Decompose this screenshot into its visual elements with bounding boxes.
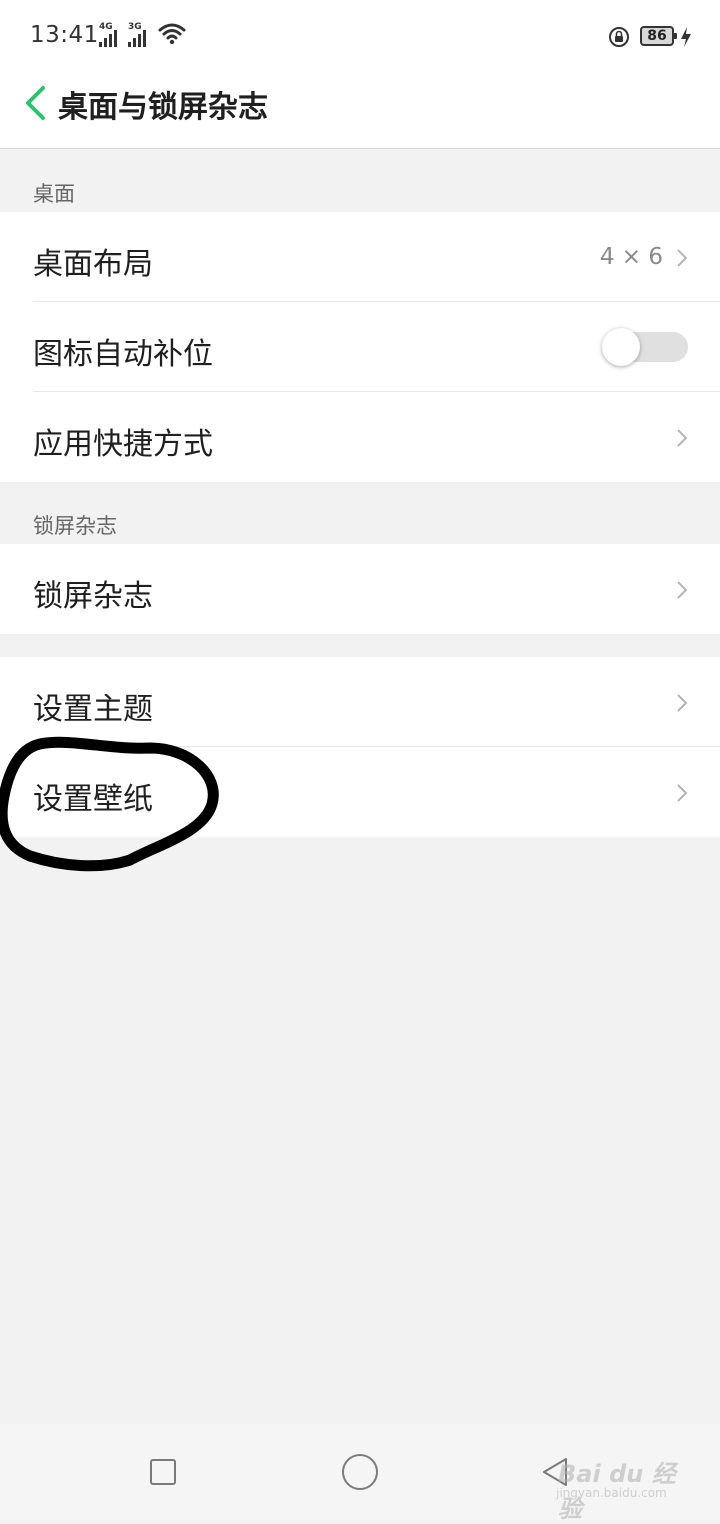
settings-group-theme: 设置主题 设置壁纸 [0, 657, 720, 837]
chevron-right-icon [677, 784, 688, 802]
rotation-lock-icon [609, 27, 629, 47]
item-label: 锁屏杂志 [33, 579, 153, 614]
page-title: 桌面与锁屏杂志 [58, 90, 268, 125]
home-button[interactable] [342, 1454, 378, 1490]
recent-apps-button[interactable] [150, 1459, 176, 1485]
toggle-knob [602, 328, 640, 366]
navigation-bar [0, 1424, 720, 1520]
item-label: 设置壁纸 [33, 782, 153, 817]
desktop-layout-value: 4 × 6 [599, 244, 663, 270]
status-time: 13:41 [30, 22, 99, 48]
signal-icon: 3G [128, 22, 154, 47]
item-label: 应用快捷方式 [33, 427, 213, 462]
title-bar: 桌面与锁屏杂志 [0, 72, 720, 149]
chevron-right-icon [677, 581, 688, 599]
status-bar: 13:41 4G 3G 86 [0, 0, 720, 72]
section-header-desktop: 桌面 [33, 182, 75, 206]
icon-auto-fill-item: 图标自动补位 [0, 302, 720, 392]
signal-icon: 4G [99, 22, 125, 47]
item-label: 设置主题 [33, 692, 153, 727]
item-label: 桌面布局 [33, 247, 153, 282]
back-button[interactable] [16, 80, 56, 124]
lockscreen-magazine-item[interactable]: 锁屏杂志 [0, 544, 720, 634]
chevron-right-icon [677, 694, 688, 712]
battery-icon: 86 [640, 26, 677, 46]
settings-group-lockscreen: 锁屏杂志 [0, 544, 720, 634]
icon-auto-fill-toggle[interactable] [602, 328, 688, 366]
set-theme-item[interactable]: 设置主题 [0, 657, 720, 747]
nav-back-button[interactable] [538, 1454, 574, 1490]
settings-group-desktop: 桌面布局 4 × 6 图标自动补位 应用快捷方式 [0, 212, 720, 482]
desktop-layout-item[interactable]: 桌面布局 4 × 6 [0, 212, 720, 302]
triangle-back-icon [543, 1458, 567, 1486]
set-wallpaper-item[interactable]: 设置壁纸 [0, 747, 720, 837]
chevron-left-icon [26, 86, 45, 120]
wifi-icon [158, 23, 186, 45]
app-shortcuts-item[interactable]: 应用快捷方式 [0, 392, 720, 482]
chevron-right-icon [677, 429, 688, 447]
section-header-lockscreen: 锁屏杂志 [33, 514, 117, 538]
item-label: 图标自动补位 [33, 337, 213, 372]
charging-icon [681, 27, 691, 47]
chevron-right-icon [677, 249, 688, 267]
